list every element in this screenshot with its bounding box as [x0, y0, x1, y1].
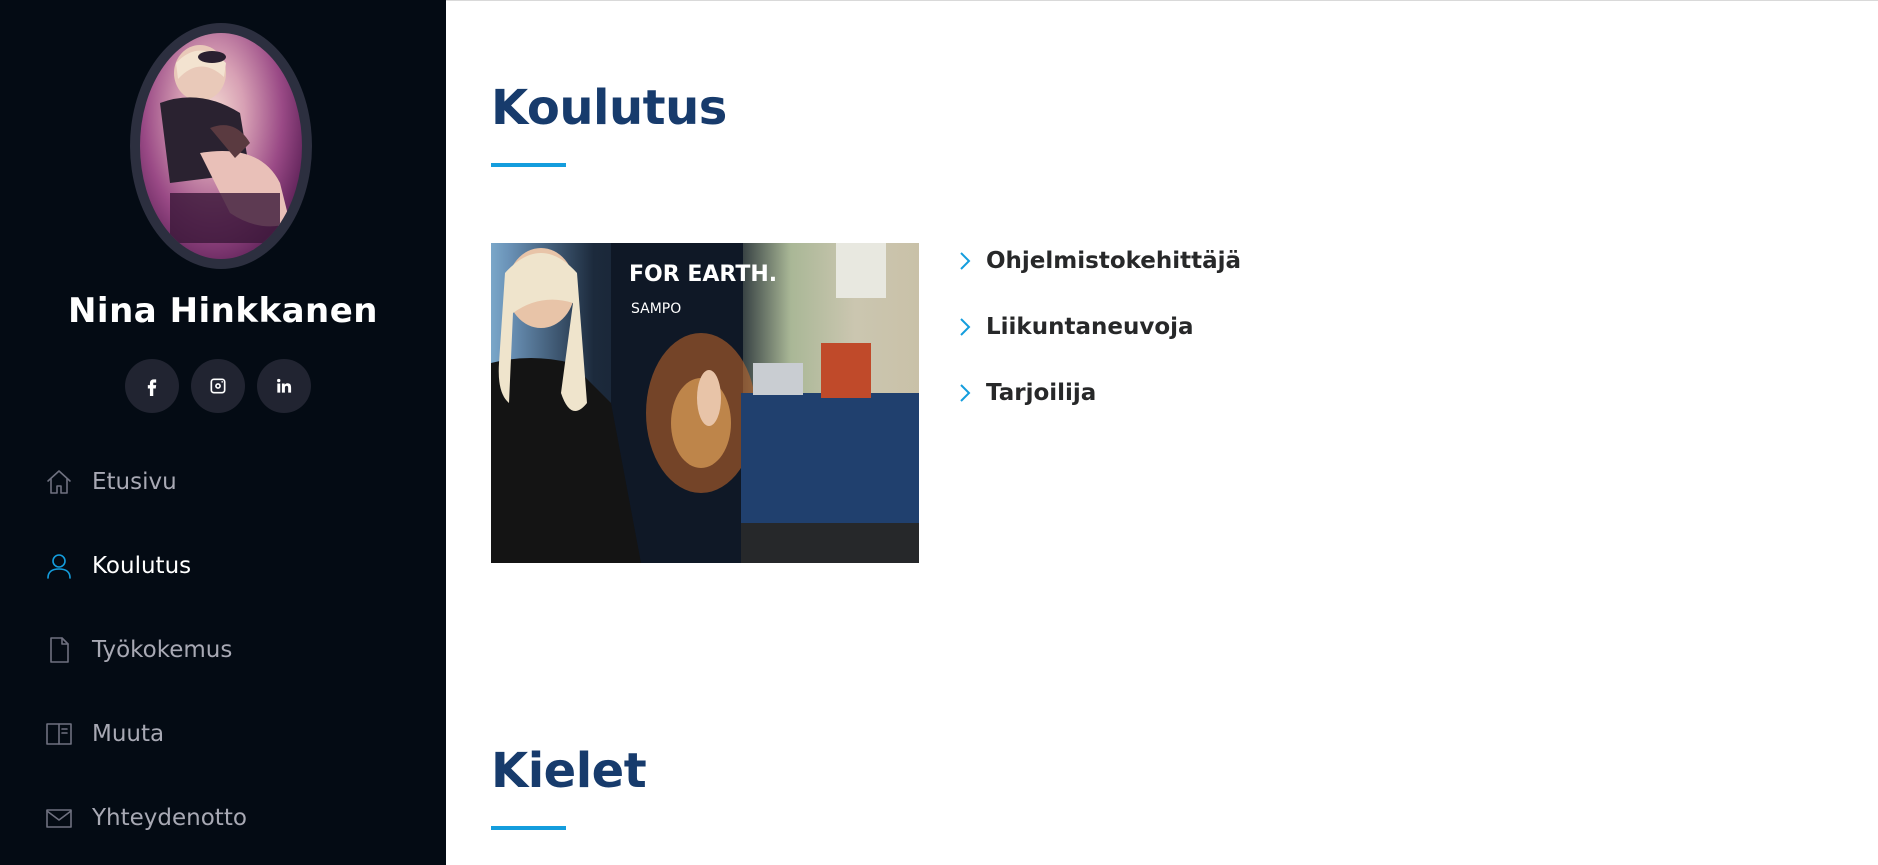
list-item-label: Tarjoilija: [986, 380, 1097, 406]
profile-photo: [140, 33, 302, 259]
nav-item-label: Muuta: [92, 721, 165, 747]
section-title-koulutus: Koulutus: [491, 80, 727, 136]
facebook-link[interactable]: [125, 359, 179, 413]
title-underline: [491, 163, 566, 167]
nav-item-label: Etusivu: [92, 469, 177, 495]
chevron-right-icon: [958, 249, 976, 273]
linkedin-icon: [277, 378, 292, 393]
nav-item-muuta[interactable]: Muuta: [0, 704, 446, 764]
nav-item-etusivu[interactable]: Etusivu: [0, 452, 446, 512]
title-underline: [491, 826, 566, 830]
person-icon: [44, 551, 74, 581]
list-item: Ohjelmistokehittäjä: [958, 241, 1458, 281]
nav-item-koulutus[interactable]: Koulutus: [0, 536, 446, 596]
instagram-icon: [210, 378, 226, 394]
nav-item-yhteydenotto[interactable]: Yhteydenotto: [0, 788, 446, 848]
instagram-link[interactable]: [191, 359, 245, 413]
banner-text: FOR EARTH.: [629, 262, 777, 287]
banner-brand: SAMPO: [631, 301, 681, 317]
top-divider: [446, 0, 1878, 1]
envelope-icon: [44, 803, 74, 833]
chevron-right-icon: [958, 381, 976, 405]
linkedin-link[interactable]: [257, 359, 311, 413]
book-icon: [44, 719, 74, 749]
list-item: Liikuntaneuvoja: [958, 307, 1458, 347]
list-item-label: Liikuntaneuvoja: [986, 314, 1194, 340]
chevron-right-icon: [958, 315, 976, 339]
list-item-label: Ohjelmistokehittäjä: [986, 248, 1242, 274]
facebook-icon: [147, 379, 157, 396]
nav-item-label: Työkokemus: [92, 637, 233, 663]
nav-item-label: Yhteydenotto: [92, 805, 247, 831]
avatar: [130, 23, 312, 269]
home-icon: [44, 467, 74, 497]
document-icon: [44, 635, 74, 665]
education-photo: FOR EARTH. SAMPO: [491, 243, 919, 563]
section-title-kielet: Kielet: [491, 743, 647, 799]
list-item: Tarjoilija: [958, 373, 1458, 413]
profile-name: Nina Hinkkanen: [67, 291, 379, 331]
sidebar: Nina Hinkkanen Etusivu Koulutus Työkokem…: [0, 0, 446, 865]
nav-item-label: Koulutus: [92, 553, 192, 579]
nav-item-tyokokemus[interactable]: Työkokemus: [0, 620, 446, 680]
